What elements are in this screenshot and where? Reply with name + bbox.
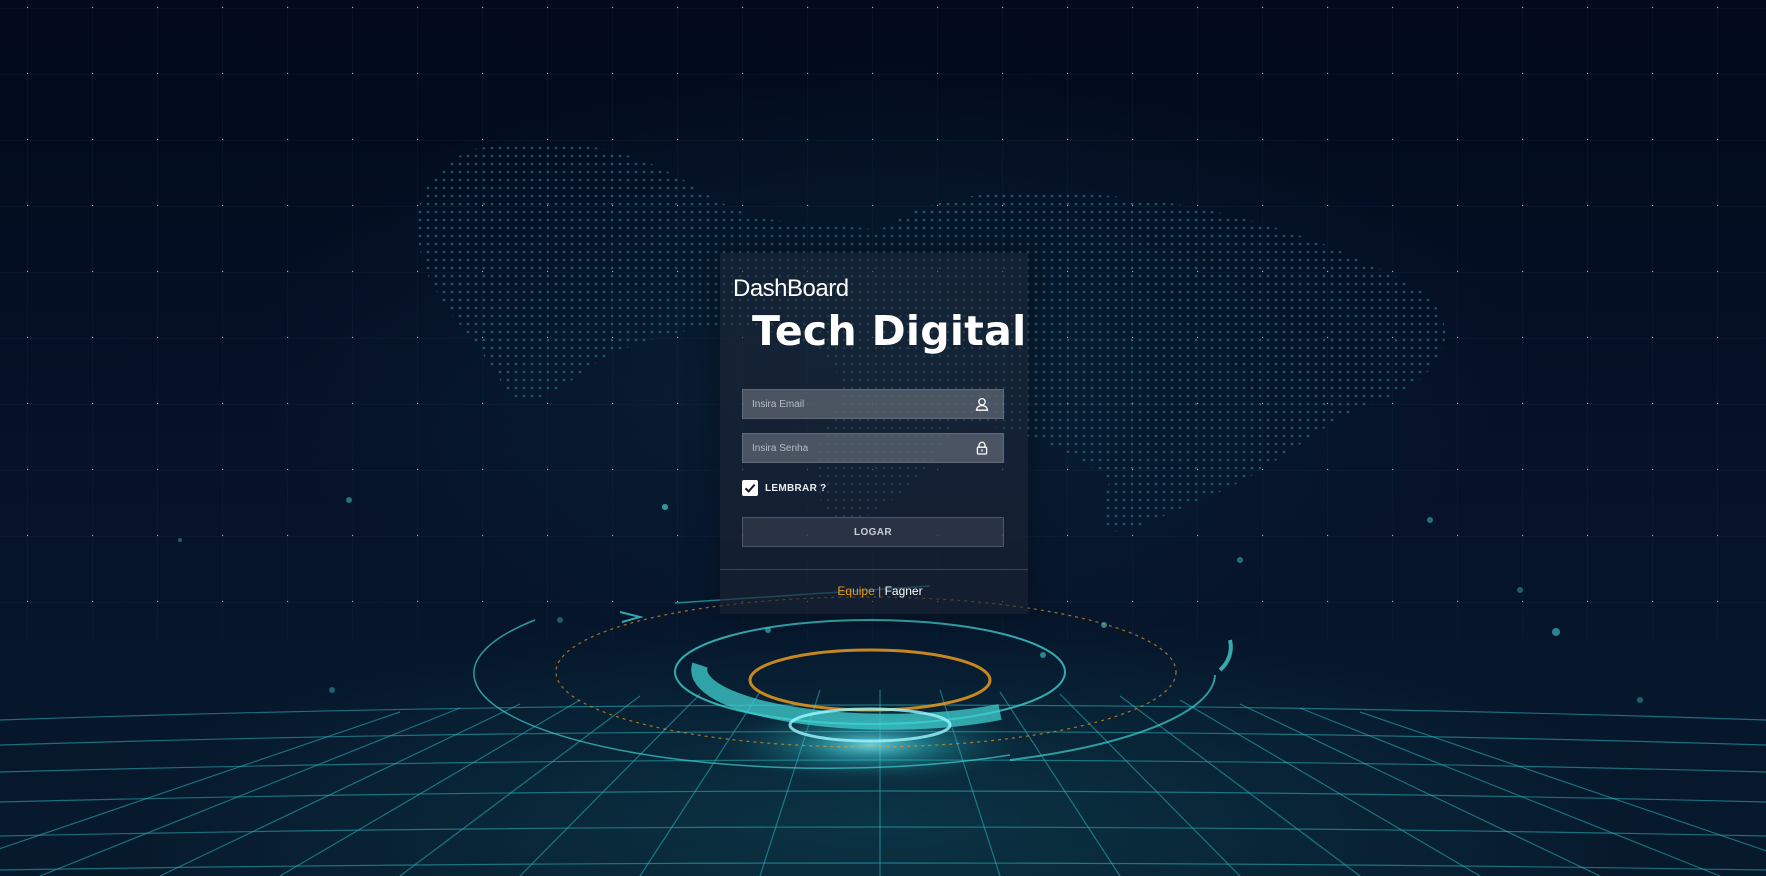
brand-subtitle: DashBoard	[733, 275, 849, 302]
login-button[interactable]: LOGAR	[742, 517, 1004, 547]
email-input[interactable]	[743, 390, 972, 418]
footer-author: Fagner	[884, 584, 923, 598]
footer-separator: |	[878, 584, 882, 598]
password-field[interactable]	[742, 433, 1004, 463]
footer-credit: Equipe | Fagner	[720, 584, 1028, 598]
divider	[720, 569, 1028, 570]
remember-label: LEMBRAR ?	[765, 482, 827, 494]
login-card: DashBoard Tech Digital LEMBRAR ?	[720, 253, 1028, 614]
login-page: DashBoard Tech Digital LEMBRAR ?	[0, 0, 1766, 876]
password-input[interactable]	[743, 434, 972, 462]
brand-title: Tech Digital	[752, 307, 1027, 355]
footer-team-label: Equipe	[837, 584, 875, 598]
check-icon	[744, 483, 756, 493]
lock-icon	[976, 441, 988, 455]
remember-checkbox[interactable]	[742, 480, 758, 496]
email-field[interactable]	[742, 389, 1004, 419]
remember-me-row[interactable]: LEMBRAR ?	[742, 479, 827, 497]
user-icon	[975, 397, 989, 411]
